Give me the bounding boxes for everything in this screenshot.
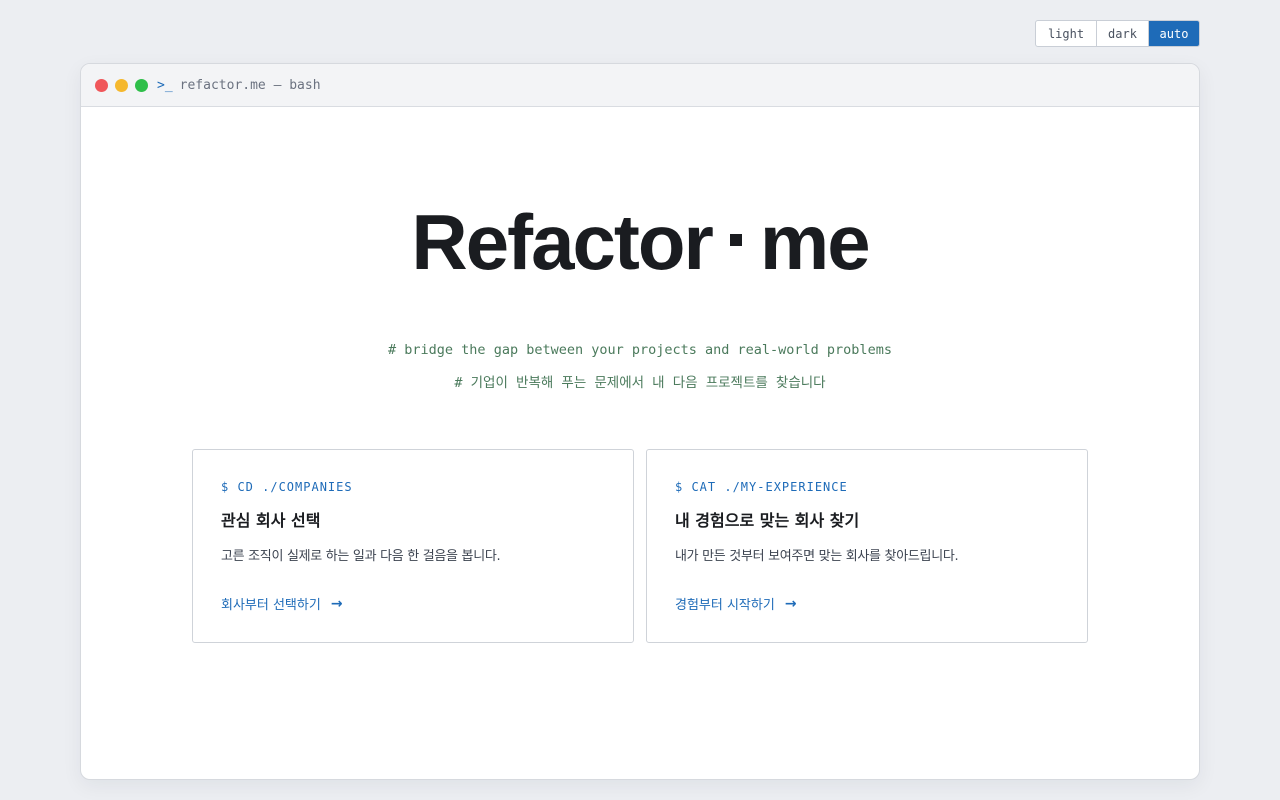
arrow-right-icon: → [330, 595, 343, 612]
card-title: 관심 회사 선택 [221, 511, 321, 530]
window-titlebar: >_ refactor.me — bash [81, 64, 1199, 107]
card-command: $ CD ./COMPANIES [221, 480, 353, 494]
terminal-window: >_ refactor.me — bash Refactor me # bridg… [80, 63, 1200, 780]
close-window-dot[interactable] [95, 78, 108, 92]
theme-toggle: light dark auto [1035, 20, 1200, 47]
theme-auto-button[interactable]: auto [1148, 21, 1199, 46]
title-me: me [759, 198, 871, 286]
maximize-window-dot[interactable] [135, 78, 148, 92]
card-title: 내 경험으로 맞는 회사 찾기 [675, 511, 860, 530]
subtitle-english: # bridge the gap between your projects a… [388, 342, 892, 358]
experience-card[interactable]: $ CAT ./MY-EXPERIENCE 내 경험으로 맞는 회사 찾기 내가… [646, 449, 1088, 643]
window-title: refactor.me — bash [179, 77, 321, 93]
card-link-label: 회사부터 선택하기 [221, 598, 321, 613]
title-refactor: Refactor [411, 198, 713, 286]
select-company-link[interactable]: 회사부터 선택하기 → [221, 594, 343, 614]
page-title: Refactor me [81, 197, 1199, 287]
card-link-label: 경험부터 시작하기 [675, 598, 775, 613]
start-experience-link[interactable]: 경험부터 시작하기 → [675, 594, 797, 614]
card-command: $ CAT ./MY-EXPERIENCE [675, 480, 848, 494]
theme-light-button[interactable]: light [1036, 21, 1096, 46]
theme-dark-button[interactable]: dark [1096, 21, 1148, 46]
card-description: 고른 조직이 실제로 하는 일과 다음 한 걸음을 봅니다. [221, 549, 501, 564]
companies-card[interactable]: $ CD ./COMPANIES 관심 회사 선택 고른 조직이 실제로 하는 … [192, 449, 634, 643]
subtitle-korean: # 기업이 반복해 푸는 문제에서 내 다음 프로젝트를 찾습니다 [454, 375, 826, 391]
card-description: 내가 만든 것부터 보여주면 맞는 회사를 찾아드립니다. [675, 549, 959, 564]
arrow-right-icon: → [784, 595, 797, 612]
minimize-window-dot[interactable] [115, 78, 128, 92]
title-separator-square [729, 234, 742, 247]
terminal-prompt-icon: >_ [157, 77, 173, 93]
